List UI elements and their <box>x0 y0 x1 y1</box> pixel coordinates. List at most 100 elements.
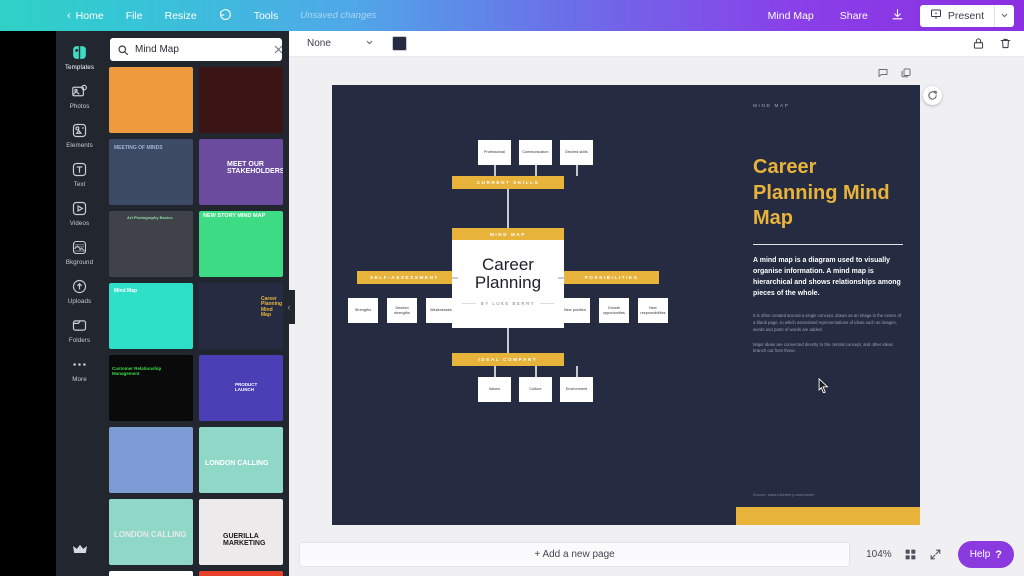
center-bar-label: MIND MAP <box>452 228 564 240</box>
design-info-panel: MIND MAP Career Planning Mind Map A mind… <box>736 85 920 525</box>
node-desired-strengths[interactable]: Desired strengths <box>387 298 417 323</box>
templates-icon <box>70 43 89 62</box>
sidebar-item-bkground[interactable]: Bkground <box>56 232 103 271</box>
share-button[interactable]: Share <box>827 4 881 28</box>
bar-self-assessment[interactable]: SELF-ASSESSMENT <box>357 271 452 284</box>
node-new-responsibilities[interactable]: New responsibilities <box>638 298 668 323</box>
effect-dropdown[interactable]: None <box>301 35 380 52</box>
sidebar-item-label: Bkground <box>65 259 94 266</box>
node-new-position[interactable]: New position <box>560 298 590 323</box>
present-button[interactable]: Present <box>920 5 994 27</box>
sidebar-item-videos[interactable]: Videos <box>56 193 103 232</box>
photography-basics-template[interactable]: Art Photography Basics <box>109 211 193 277</box>
node-culture[interactable]: Culture <box>519 377 552 402</box>
guerilla-marketing-template[interactable]: GUERILLA MARKETING <box>199 499 283 565</box>
panel-collapse-handle[interactable]: ‹ <box>283 290 295 324</box>
fullscreen-icon[interactable] <box>929 548 942 561</box>
present-icon <box>930 8 942 23</box>
template-thumb-title: PRODUCT LAUNCH <box>235 382 258 392</box>
sidebar-item-label: More <box>72 376 87 383</box>
sidebar-item-photos[interactable]: Photos <box>56 76 103 115</box>
lock-icon[interactable] <box>972 37 985 50</box>
file-menu-button[interactable]: File <box>115 4 154 28</box>
center-title-line1: Career <box>482 255 534 274</box>
product-launch-purple-template[interactable]: PRODUCT LAUNCH <box>199 355 283 421</box>
mind-map-teal-template[interactable]: Mind Map <box>109 283 193 349</box>
template-results-list[interactable]: MEETING OF MINDS MEET OUR STAKEHOLDERS Art… <box>103 67 289 576</box>
sidebar-item-label: Photos <box>69 103 90 110</box>
new-story-mind-map-template[interactable]: NEW STORY MIND MAP <box>199 211 283 277</box>
present-dropdown-toggle[interactable] <box>994 4 1014 27</box>
clear-search-icon[interactable] <box>273 44 284 55</box>
comment-icon[interactable] <box>877 67 889 79</box>
sidebar-item-label: Uploads <box>67 298 92 305</box>
pink-blue-circles-template[interactable] <box>109 427 193 493</box>
node-communication[interactable]: Communication <box>519 140 552 165</box>
resize-button[interactable]: Resize <box>154 4 208 28</box>
sidebar-item-label: Templates <box>64 64 95 71</box>
sidebar-item-uploads[interactable]: Uploads <box>56 271 103 310</box>
node-desired-skills[interactable]: Desired skills <box>560 140 593 165</box>
sidebar-item-label: Folders <box>68 337 91 344</box>
meeting-of-minds-template[interactable]: MEETING OF MINDS <box>109 139 193 205</box>
node-growth-opportunities[interactable]: Growth opportunities <box>599 298 629 323</box>
search-box[interactable] <box>110 38 284 61</box>
present-label: Present <box>947 9 984 22</box>
home-button[interactable]: ‹ Home <box>56 4 115 28</box>
connector <box>576 366 578 377</box>
trash-icon[interactable] <box>999 37 1012 50</box>
design-page[interactable]: Professional Communication Desired skill… <box>332 85 920 525</box>
download-button[interactable] <box>881 3 914 29</box>
template-thumb-title: Mind Map <box>114 288 138 294</box>
help-button[interactable]: Help ? <box>957 541 1014 568</box>
top-bar-right-group: Mind Map Share Present <box>755 3 1024 29</box>
folders-icon <box>70 316 89 335</box>
sidebar-item-label: Text <box>73 181 86 188</box>
undo-button[interactable] <box>208 2 243 30</box>
dark-red-list-template[interactable] <box>199 67 283 133</box>
bar-current-skills[interactable]: CURRENT SKILLS <box>452 176 564 189</box>
rotate-handle[interactable] <box>923 86 942 105</box>
meet-our-stakeholders-template[interactable]: MEET OUR STAKEHOLDERS <box>199 139 283 205</box>
template-thumb-title: Art Photography Basics <box>127 215 173 220</box>
sidebar-item-text[interactable]: Text <box>56 154 103 193</box>
orange-chart-template[interactable] <box>109 67 193 133</box>
duplicate-icon[interactable] <box>900 67 912 79</box>
connector <box>535 366 537 377</box>
twisting-paths-template[interactable]: TWISTING PATHS <box>109 571 193 576</box>
london-calling-teal-template[interactable]: LONDON CALLING <box>109 499 193 565</box>
sidebar-item-templates[interactable]: Templates <box>56 37 103 76</box>
info-footer-bar <box>736 507 920 525</box>
bar-possibilities[interactable]: POSSIBILITIES <box>564 271 659 284</box>
zoom-level-label[interactable]: 104% <box>866 549 892 560</box>
color-swatch-button[interactable] <box>391 36 407 51</box>
bar-ideal-company[interactable]: IDEAL COMPANY <box>452 353 564 366</box>
info-body[interactable]: It is often created around a single conc… <box>753 313 903 356</box>
career-planning-gold-template[interactable]: Career Planning Mind Map <box>199 283 283 349</box>
template-thumb-title: NEW STORY MIND MAP <box>203 213 266 219</box>
sidebar-item-more[interactable]: More <box>56 349 103 388</box>
grid-view-icon[interactable] <box>904 548 917 561</box>
info-title[interactable]: Career Planning Mind Map <box>753 155 903 232</box>
connector <box>507 328 509 353</box>
sidebar-item-folders[interactable]: Folders <box>56 310 103 349</box>
template-thumb-title: LONDON CALLING <box>205 460 269 467</box>
node-professional[interactable]: Professional <box>478 140 511 165</box>
template-thumb-title: MEET OUR STAKEHOLDERS <box>227 161 283 176</box>
info-lead-paragraph[interactable]: A mind map is a diagram used to visually… <box>753 256 903 299</box>
customer-relationship-template[interactable]: Customer Relationship Management <box>109 355 193 421</box>
center-card[interactable]: MIND MAP Career Planning BY LUKE BERRY <box>452 228 564 328</box>
node-values[interactable]: Values <box>478 377 511 402</box>
crown-icon[interactable] <box>72 544 87 558</box>
document-title[interactable]: Mind Map <box>755 4 827 28</box>
save-status-label: Unsaved changes <box>300 10 377 21</box>
tools-menu-button[interactable]: Tools <box>243 4 290 28</box>
photos-icon <box>70 82 89 101</box>
add-new-page-button[interactable]: + Add a new page <box>299 542 851 567</box>
node-environment[interactable]: Environment <box>560 377 593 402</box>
red-circle-diagram-template[interactable] <box>199 571 283 576</box>
sidebar-item-elements[interactable]: Elements <box>56 115 103 154</box>
london-calling-mint-template[interactable]: LONDON CALLING <box>199 427 283 493</box>
search-input[interactable] <box>135 44 267 55</box>
node-strengths[interactable]: Strengths <box>348 298 378 323</box>
